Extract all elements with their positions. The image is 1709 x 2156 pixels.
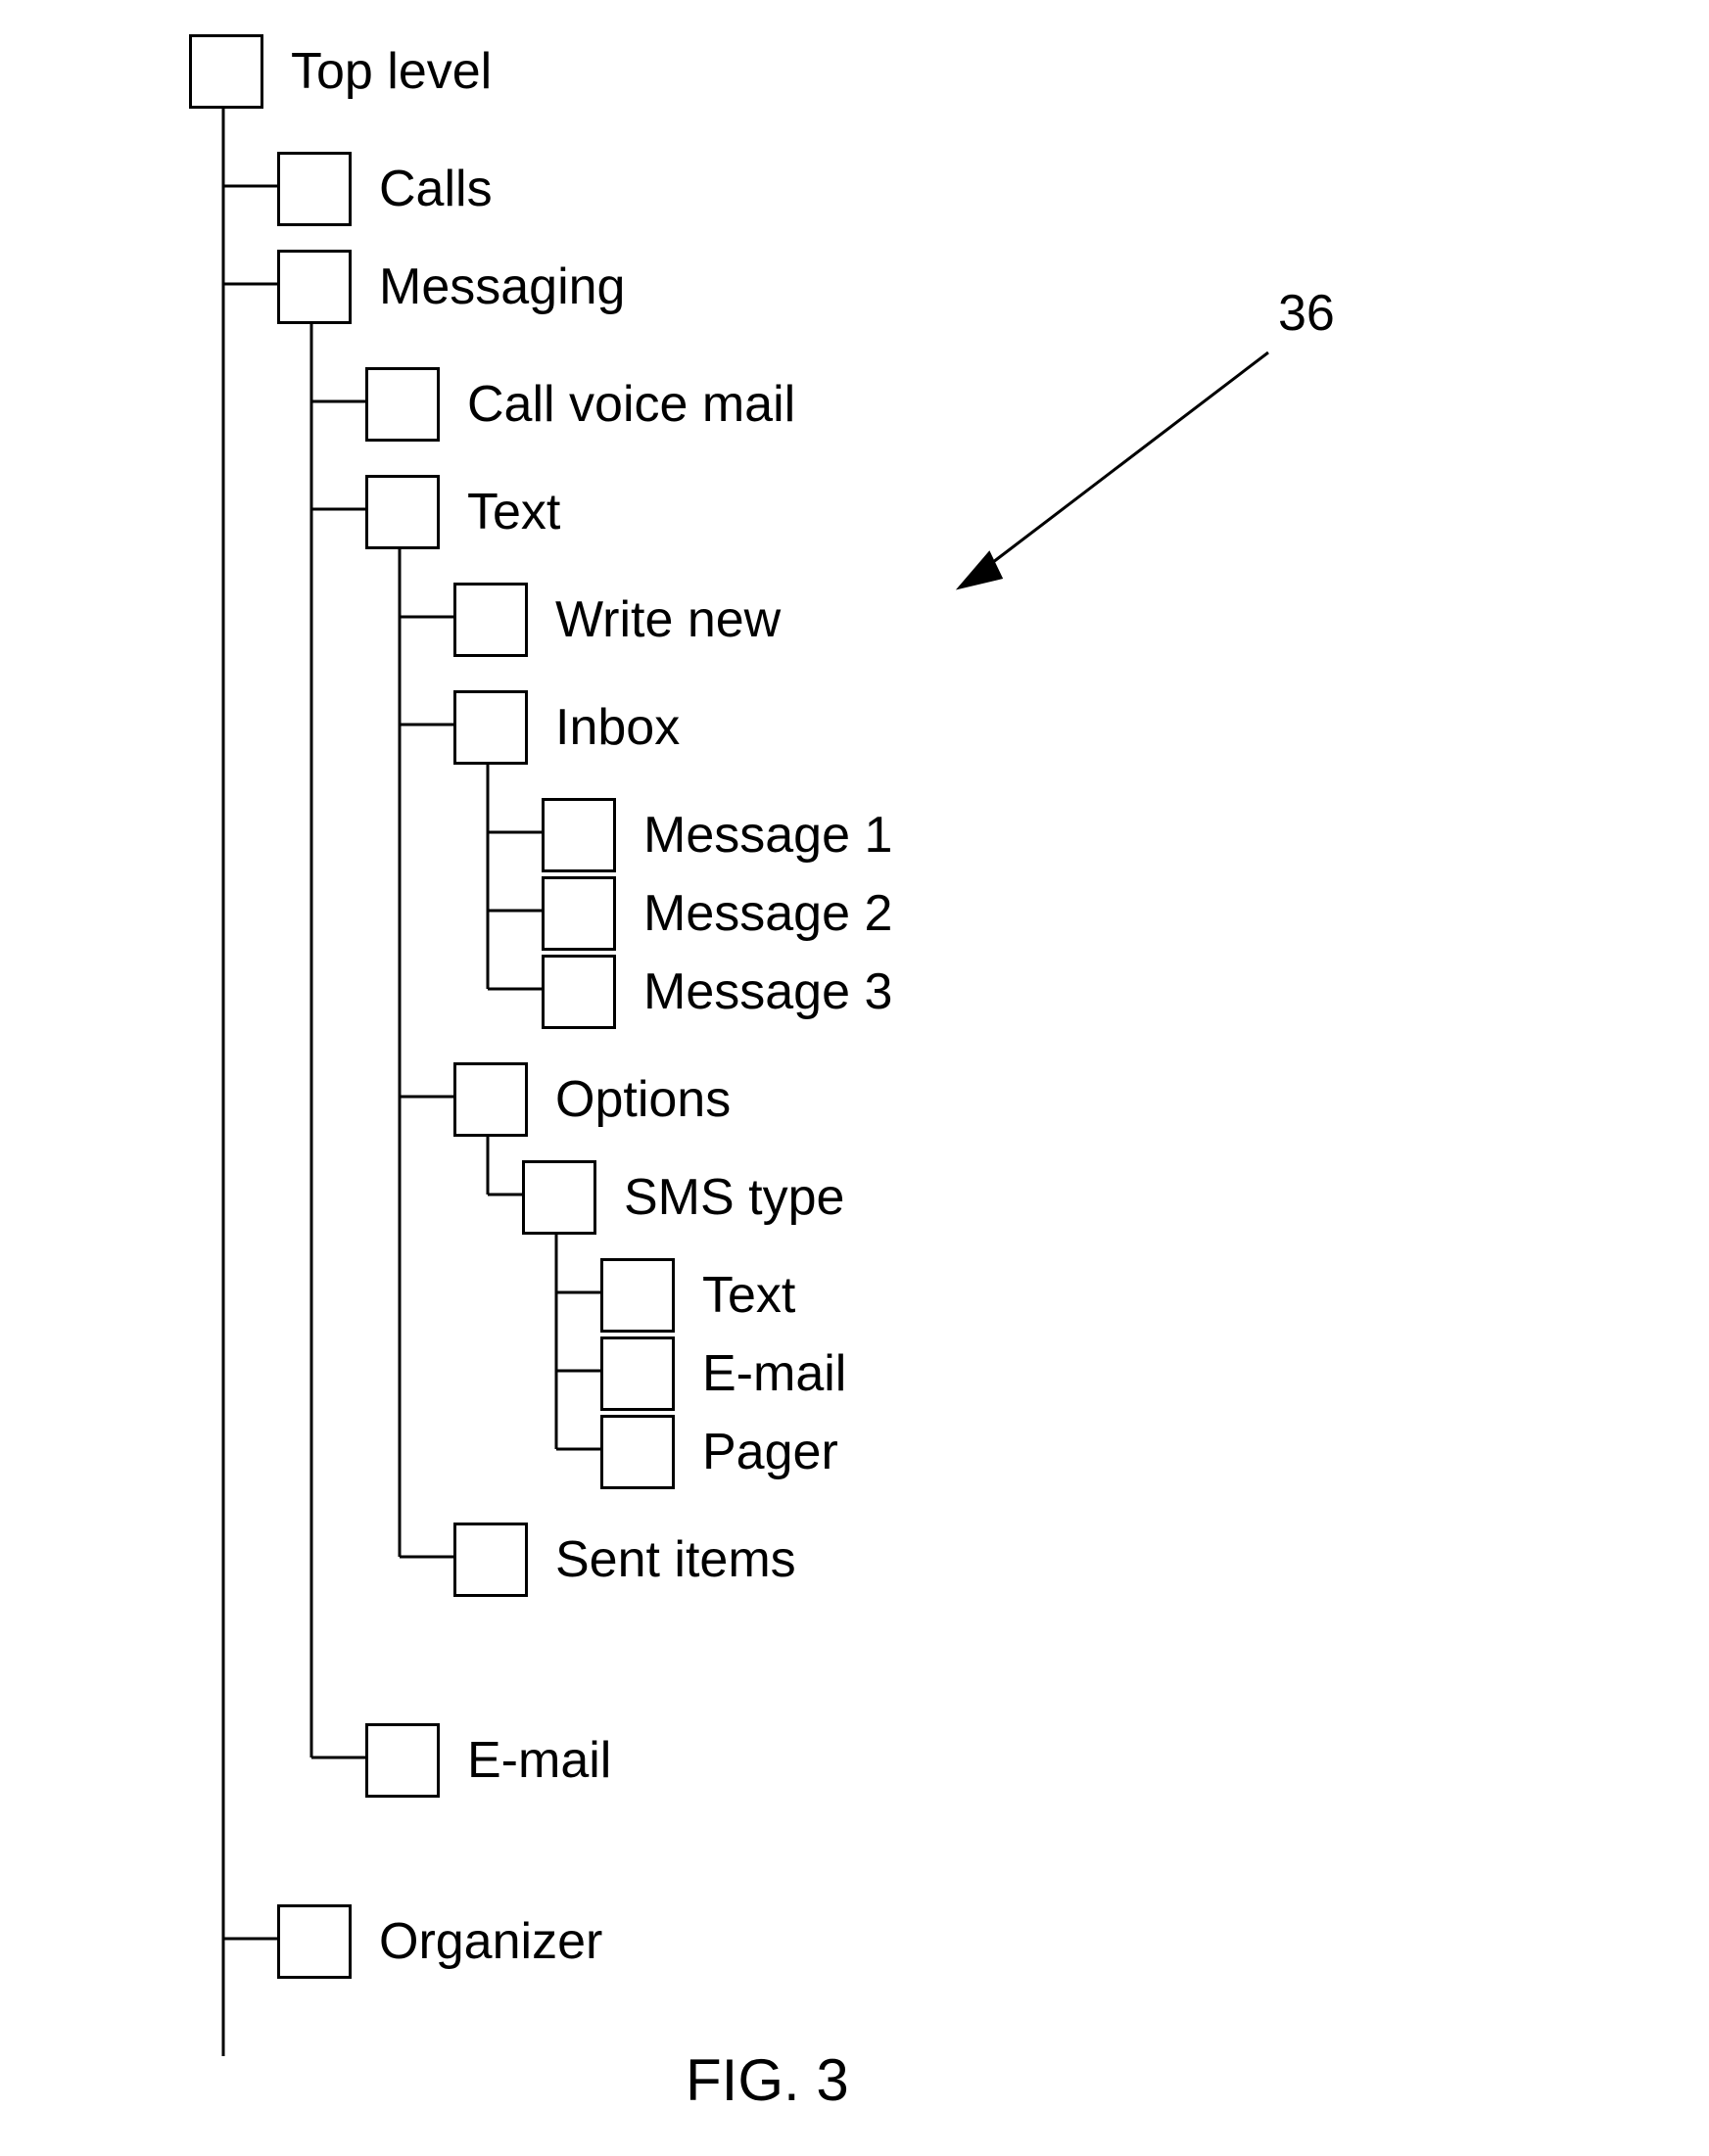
node-label: Options (555, 1070, 731, 1129)
tree-node-sms-pager: Pager (600, 1415, 838, 1489)
tree-node-message-1: Message 1 (542, 798, 892, 872)
tree-node-sms-email: E-mail (600, 1336, 846, 1411)
box-icon (277, 152, 352, 226)
tree-node-top-level: Top level (189, 34, 492, 109)
box-icon (277, 1904, 352, 1979)
reference-number-label: 36 (1278, 284, 1335, 343)
tree-node-text: Text (365, 475, 560, 549)
node-label: Calls (379, 160, 493, 218)
box-icon (365, 367, 440, 442)
box-icon (365, 475, 440, 549)
tree-node-inbox: Inbox (453, 690, 680, 765)
box-icon (453, 583, 528, 657)
box-icon (453, 1523, 528, 1597)
box-icon (600, 1258, 675, 1333)
node-label: Text (467, 483, 560, 541)
tree-node-options: Options (453, 1062, 731, 1137)
node-label: Call voice mail (467, 375, 795, 434)
tree-node-message-3: Message 3 (542, 955, 892, 1029)
tree-node-call-voice-mail: Call voice mail (365, 367, 795, 442)
box-icon (542, 955, 616, 1029)
box-icon (189, 34, 263, 109)
node-label: Top level (291, 42, 492, 101)
box-icon (277, 250, 352, 324)
node-label: SMS type (624, 1168, 844, 1227)
tree-node-sms-text: Text (600, 1258, 795, 1333)
box-icon (365, 1723, 440, 1798)
box-icon (542, 798, 616, 872)
diagram-canvas: Top level Calls Messaging Call voice mai… (0, 0, 1709, 2156)
tree-node-write-new: Write new (453, 583, 781, 657)
node-label: Sent items (555, 1530, 796, 1589)
node-label: E-mail (467, 1731, 611, 1790)
tree-node-sent-items: Sent items (453, 1523, 796, 1597)
tree-node-email: E-mail (365, 1723, 611, 1798)
node-label: Message 1 (643, 806, 892, 865)
tree-node-sms-type: SMS type (522, 1160, 844, 1235)
node-label: Inbox (555, 698, 680, 757)
box-icon (453, 1062, 528, 1137)
node-label: Message 2 (643, 884, 892, 943)
tree-connector-lines (0, 0, 1709, 2156)
tree-node-messaging: Messaging (277, 250, 625, 324)
box-icon (600, 1415, 675, 1489)
node-label: Organizer (379, 1912, 602, 1971)
box-icon (522, 1160, 596, 1235)
node-label: Text (702, 1266, 795, 1325)
figure-caption: FIG. 3 (686, 2046, 849, 2114)
tree-node-calls: Calls (277, 152, 493, 226)
node-label: Message 3 (643, 962, 892, 1021)
node-label: Pager (702, 1423, 838, 1481)
box-icon (600, 1336, 675, 1411)
tree-node-message-2: Message 2 (542, 876, 892, 951)
box-icon (542, 876, 616, 951)
node-label: Messaging (379, 258, 625, 316)
box-icon (453, 690, 528, 765)
node-label: E-mail (702, 1344, 846, 1403)
tree-node-organizer: Organizer (277, 1904, 602, 1979)
node-label: Write new (555, 590, 781, 649)
